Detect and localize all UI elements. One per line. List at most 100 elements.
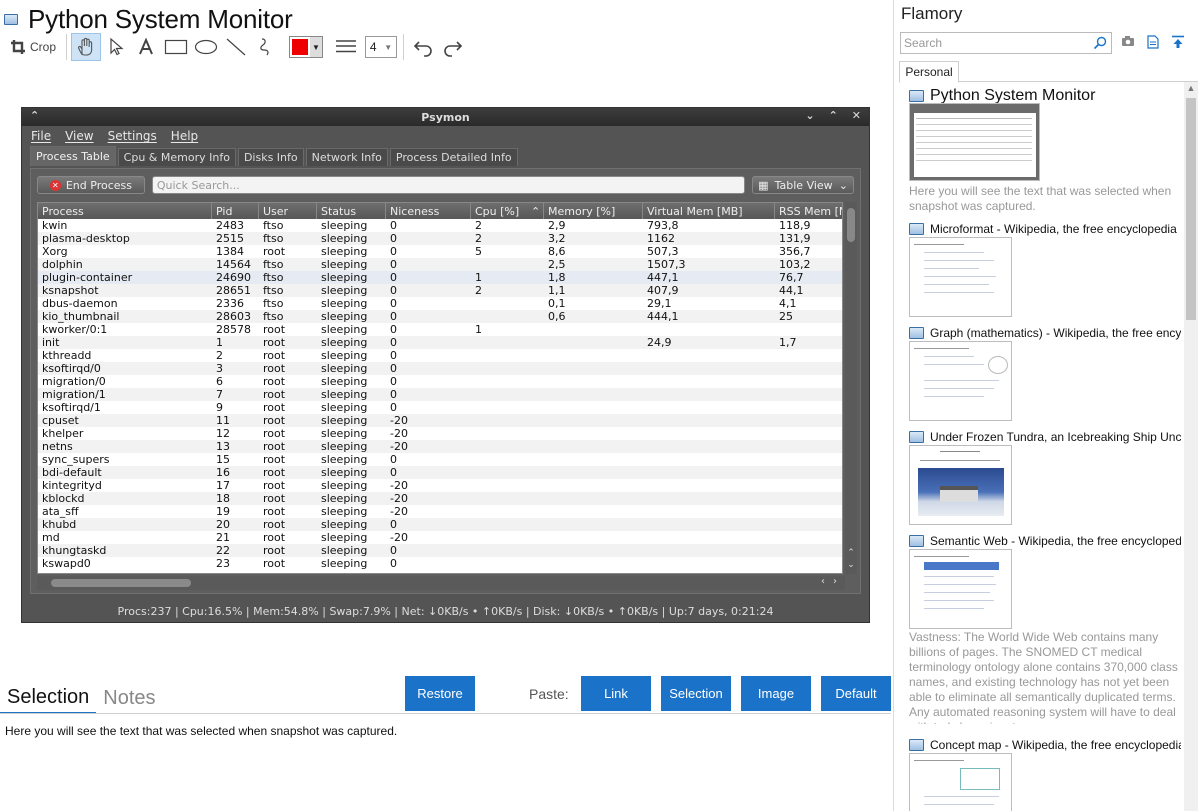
table-row[interactable]: kblockd 18 root sleeping -20 <box>38 492 842 505</box>
horizontal-scrollbar[interactable]: ‹ › <box>37 576 845 590</box>
tab-process-detailed[interactable]: Process Detailed Info <box>389 148 518 166</box>
table-view-select[interactable]: ▦ Table View ⌄ <box>752 176 854 194</box>
history-entry-title[interactable]: Graph (mathematics) - Wikipedia, the fre… <box>909 326 1181 340</box>
table-row[interactable]: khungtaskd 22 root sleeping 0 <box>38 544 842 557</box>
entry-thumbnail[interactable] <box>909 549 1012 629</box>
maximize-icon[interactable]: ⌃ <box>829 109 838 122</box>
history-entry-title[interactable]: Concept map - Wikipedia, the free encycl… <box>909 738 1181 752</box>
table-row[interactable]: plasma-desktop 2515 ftso sleeping 0 2 3,2 1162 1… <box>38 232 842 245</box>
camera-icon[interactable] <box>1121 35 1135 47</box>
entry-thumbnail[interactable] <box>909 445 1012 525</box>
table-row[interactable]: kthreadd 2 root sleeping 0 <box>38 349 842 362</box>
column-header[interactable]: Memory [%] <box>548 205 615 218</box>
hscroll-thumb[interactable] <box>51 579 191 587</box>
scroll-up-icon[interactable]: ⌃ <box>845 548 857 558</box>
entry-thumbnail[interactable] <box>909 237 1012 317</box>
freehand-tool-button[interactable] <box>251 33 281 61</box>
paste-selection-button[interactable]: Selection <box>661 676 731 711</box>
paste-image-button[interactable]: Image <box>741 676 811 711</box>
history-entry-title[interactable]: Microformat - Wikipedia, the free encycl… <box>909 222 1181 236</box>
table-row[interactable]: khubd 20 root sleeping 0 <box>38 518 842 531</box>
tab-network[interactable]: Network Info <box>305 148 388 166</box>
table-row[interactable]: kworker/0:1 28578 root sleeping 0 1 <box>38 323 842 336</box>
paste-link-button[interactable]: Link <box>581 676 651 711</box>
color-picker[interactable]: ▼ <box>289 36 323 58</box>
rectangle-tool-button[interactable] <box>161 33 191 61</box>
ellipse-tool-button[interactable] <box>191 33 221 61</box>
menu-help[interactable]: Help <box>171 129 198 143</box>
hand-tool-button[interactable] <box>71 33 101 61</box>
table-row[interactable]: cpuset 11 root sleeping -20 <box>38 414 842 427</box>
table-row[interactable]: md 21 root sleeping -20 <box>38 531 842 544</box>
table-row[interactable]: ata_sff 19 root sleeping -20 <box>38 505 842 518</box>
column-header[interactable]: Process <box>42 205 84 218</box>
tab-disks[interactable]: Disks Info <box>237 148 304 166</box>
table-row[interactable]: kintegrityd 17 root sleeping -20 <box>38 479 842 492</box>
menu-view[interactable]: View <box>65 129 93 143</box>
scroll-right-icon[interactable]: › <box>833 576 837 587</box>
undo-button[interactable] <box>408 33 438 61</box>
column-header[interactable]: Pid <box>216 205 232 218</box>
vertical-scrollbar[interactable]: ⌃ ⌄ <box>845 202 857 574</box>
collapse-icon[interactable]: ⌃ <box>30 109 39 122</box>
table-row[interactable]: sync_supers 15 root sleeping 0 <box>38 453 842 466</box>
scroll-down-icon[interactable]: ⌄ <box>845 560 857 570</box>
redo-button[interactable] <box>438 33 468 61</box>
column-header[interactable]: Cpu [%] <box>475 205 519 218</box>
scroll-left-icon[interactable]: ‹ <box>821 576 825 587</box>
sidebar-search-input[interactable]: Search <box>900 32 1112 54</box>
table-row[interactable]: kwin 2483 ftso sleeping 0 2 2,9 793,8 118,9 <box>38 219 842 232</box>
table-row[interactable]: dbus-daemon 2336 ftso sleeping 0 0,1 29,1 4,1 <box>38 297 842 310</box>
tab-notes[interactable]: Notes <box>96 682 162 714</box>
table-row[interactable]: Xorg 1384 root sleeping 0 5 8,6 507,3 356,7 <box>38 245 842 258</box>
table-row[interactable]: bdi-default 16 root sleeping 0 <box>38 466 842 479</box>
line-width-select[interactable]: 4 ▼ <box>365 36 397 58</box>
column-header[interactable]: User <box>263 205 288 218</box>
table-row[interactable]: kswapd0 23 root sleeping 0 <box>38 557 842 570</box>
paste-default-button[interactable]: Default <box>821 676 891 711</box>
restore-button[interactable]: Restore <box>405 676 475 711</box>
sidebar-scrollbar[interactable]: ▲ <box>1184 82 1198 811</box>
history-entry-title[interactable]: Semantic Web - Wikipedia, the free encyc… <box>909 534 1181 548</box>
table-row[interactable]: init 1 root sleeping 0 24,9 1,7 <box>38 336 842 349</box>
entry-thumbnail[interactable] <box>909 103 1040 181</box>
column-header[interactable]: RSS Mem [M <box>779 205 842 218</box>
pointer-tool-button[interactable] <box>101 33 131 61</box>
quick-search-input[interactable]: Quick Search... <box>151 176 746 194</box>
table-row[interactable]: kio_thumbnail 28603 ftso sleeping 0 0,6 444,1 2… <box>38 310 842 323</box>
line-tool-button[interactable] <box>221 33 251 61</box>
tab-selection[interactable]: Selection <box>0 682 97 714</box>
entry-thumbnail[interactable] <box>909 753 1012 811</box>
table-row[interactable]: ksoftirqd/0 3 root sleeping 0 <box>38 362 842 375</box>
text-tool-button[interactable] <box>131 33 161 61</box>
table-row[interactable]: migration/1 7 root sleeping 0 <box>38 388 842 401</box>
close-icon[interactable]: ✕ <box>852 109 861 122</box>
menu-settings[interactable]: Settings <box>108 129 157 143</box>
column-header[interactable]: Virtual Mem [MB] <box>647 205 743 218</box>
table-row[interactable]: migration/0 6 root sleeping 0 <box>38 375 842 388</box>
entry-thumbnail[interactable] <box>909 341 1012 421</box>
menu-file[interactable]: File <box>31 129 51 143</box>
document-icon[interactable] <box>1147 35 1159 49</box>
table-row[interactable]: ksoftirqd/1 9 root sleeping 0 <box>38 401 842 414</box>
export-icon[interactable] <box>1171 35 1185 49</box>
sidebar-scroll-thumb[interactable] <box>1186 98 1196 320</box>
column-header[interactable]: Status <box>321 205 356 218</box>
minimize-icon[interactable]: ⌄ <box>805 109 814 122</box>
table-row[interactable]: dolphin 14564 ftso sleeping 0 2,5 1507,3 103,2 <box>38 258 842 271</box>
tab-process-table[interactable]: Process Table <box>30 146 116 166</box>
crop-button[interactable]: Crop <box>4 33 62 61</box>
table-row[interactable]: netns 13 root sleeping -20 <box>38 440 842 453</box>
end-process-button[interactable]: ✕ End Process <box>37 176 145 194</box>
tab-cpu-memory[interactable]: Cpu & Memory Info <box>117 148 236 166</box>
table-row[interactable]: plugin-container 24690 ftso sleeping 0 1 1,8 44… <box>38 271 842 284</box>
table-row[interactable]: khelper 12 root sleeping -20 <box>38 427 842 440</box>
table-row[interactable]: ksnapshot 28651 ftso sleeping 0 2 1,1 407,9 44,1 <box>38 284 842 297</box>
scroll-thumb[interactable] <box>847 208 855 242</box>
line-width-button[interactable] <box>331 33 361 61</box>
column-header[interactable]: Niceness <box>390 205 439 218</box>
history-entry-title[interactable]: Under Frozen Tundra, an Icebreaking Ship… <box>909 430 1181 444</box>
tab-personal[interactable]: Personal <box>899 61 959 83</box>
scroll-up-icon[interactable]: ▲ <box>1184 83 1198 93</box>
search-icon[interactable] <box>1093 36 1107 50</box>
